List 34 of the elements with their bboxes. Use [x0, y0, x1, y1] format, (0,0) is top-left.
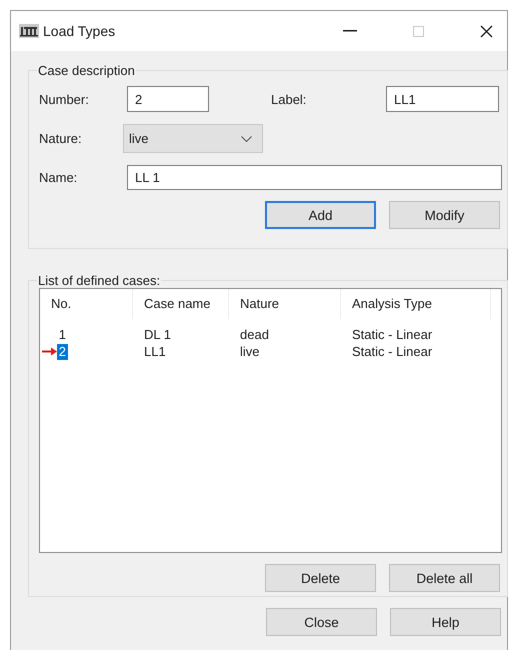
table-cell-text: dead: [239, 327, 270, 342]
nature-dropdown[interactable]: live: [123, 124, 263, 153]
name-label: Name:: [39, 170, 78, 185]
name-field[interactable]: LL 1: [127, 165, 502, 190]
column-header[interactable]: Nature: [229, 289, 341, 319]
dialog-button[interactable]: Help: [390, 608, 501, 636]
action-button[interactable]: Add: [265, 201, 376, 229]
cases-list[interactable]: No. Case name Nature Analysis Type 1 DL 1 dead Static - Linear 2 LL1 live Static - Linear: [39, 288, 502, 553]
column-header[interactable]: Case name: [133, 289, 229, 319]
column-header[interactable]: No.: [40, 289, 133, 319]
chevron-down-icon: [241, 136, 252, 142]
list-button[interactable]: Delete: [265, 564, 376, 592]
column-header[interactable]: Analysis Type: [341, 289, 491, 319]
number-label: Number:: [39, 92, 90, 106]
close-icon[interactable]: [480, 24, 493, 38]
minimize-icon[interactable]: [343, 30, 357, 32]
action-button[interactable]: Modify: [389, 201, 500, 229]
table-cell-text: DL 1: [143, 327, 172, 342]
app-icon: [19, 24, 39, 38]
table-cell[interactable]: 1: [56, 326, 68, 342]
number-field[interactable]: 2: [127, 86, 209, 112]
table-cell-text: Static - Linear: [351, 327, 434, 342]
window-title: Load Types: [43, 23, 116, 39]
table-cell-text: live: [239, 344, 261, 359]
label-label: Label:: [271, 92, 308, 106]
table-cell-text: Static - Linear: [351, 344, 434, 359]
dialog-button[interactable]: Close: [266, 608, 377, 636]
group-title: List of defined cases:: [37, 273, 162, 288]
table-cell[interactable]: 2: [56, 344, 68, 360]
list-button[interactable]: Delete all: [389, 564, 500, 592]
label-field[interactable]: LL1: [386, 86, 499, 112]
nature-label: Nature:: [39, 131, 83, 146]
table-cell-text: LL1: [143, 344, 167, 359]
group-title: Case description: [37, 63, 136, 78]
